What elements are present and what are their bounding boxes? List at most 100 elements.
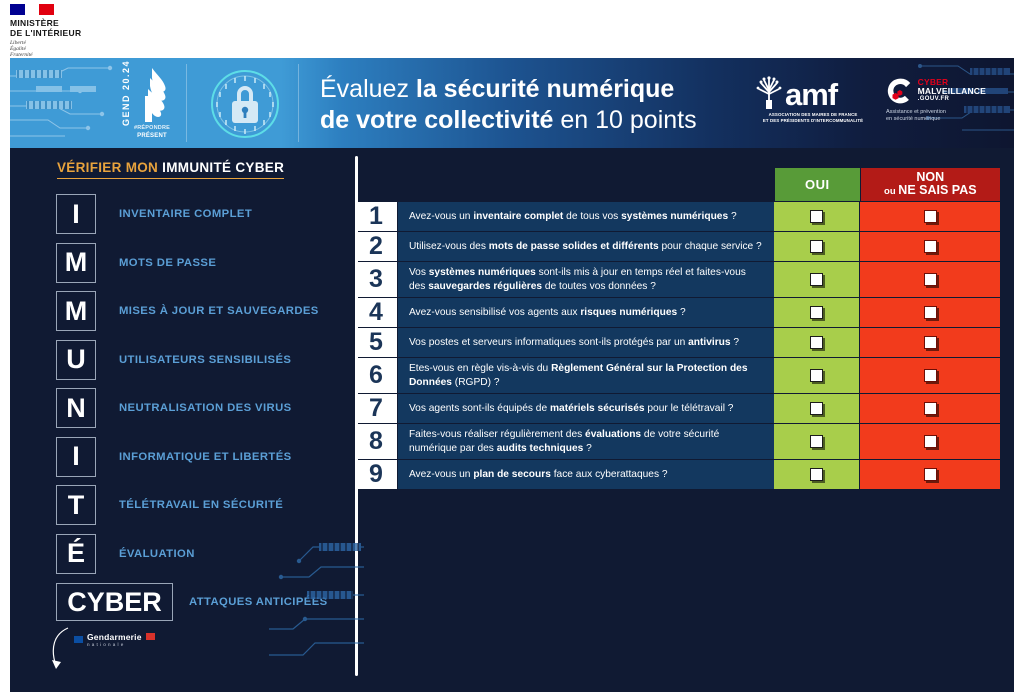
amf-tagline-line2: ET DES PRÉSIDENTS D'INTERCOMMUNALITÉ	[762, 117, 864, 123]
gn-red-square	[145, 633, 155, 640]
cybermalveillance-logo: CYBER MALVEILLANCE .GOUV.FR Assistance e…	[886, 76, 986, 123]
immunite-label: TÉLÉTRAVAIL EN SÉCURITÉ	[119, 499, 284, 512]
ministry-devise: Liberté Égalité Fraternité	[10, 40, 81, 59]
checkbox-oui[interactable]	[810, 402, 824, 415]
gend-slogan: #RÉPONDRE PRÉSENT	[112, 125, 192, 140]
immunite-row: I INVENTAIRE COMPLET	[56, 190, 346, 239]
table-row: 9 Avez-vous un plan de secours face aux c…	[355, 460, 1000, 489]
amf-tree-icon	[756, 76, 782, 109]
ministry-logo: MINISTÈRE DE L'INTÉRIEUR Liberté Égalité…	[10, 4, 81, 59]
immunite-label: UTILISATEURS SENSIBILISÉS	[119, 353, 292, 366]
gend-vertical-text: GEND 20.24	[121, 59, 132, 127]
gn-blue-square	[74, 636, 83, 643]
partner-logos: amf ASSOCIATION DES MAIRES DE FRANCE ET …	[754, 76, 986, 123]
question-number: 7	[355, 394, 397, 423]
sidebar-title: VÉRIFIER MON IMMUNITÉ CYBER	[57, 160, 285, 179]
question-number: 1	[355, 202, 397, 231]
checkbox-non[interactable]	[923, 273, 937, 286]
table-row: 7 Vos agents sont-ils équipés de matériel…	[355, 394, 1000, 423]
amf-tagline: ASSOCIATION DES MAIRES DE FRANCE ET DES …	[754, 112, 872, 123]
immunite-label: ÉVALUATION	[119, 547, 195, 560]
gend-2024-logo: GEND 20.24 #RÉPONDRE PRÉSENT	[102, 60, 197, 142]
immunite-row: U UTILISATEURS SENSIBILISÉS	[56, 336, 346, 385]
question-number: 8	[355, 424, 397, 459]
checkbox-oui[interactable]	[810, 435, 824, 448]
immunite-letter-box: M	[56, 242, 96, 283]
immunite-row: M MOTS DE PASSE	[56, 239, 346, 288]
checkbox-non[interactable]	[923, 435, 937, 448]
checkbox-non[interactable]	[923, 336, 937, 349]
question-number: 9	[355, 460, 397, 489]
column-header-non-line2: NE SAIS PAS	[898, 183, 977, 197]
checkbox-non[interactable]	[923, 210, 937, 223]
cmv-line3: .GOUV.FR	[917, 96, 950, 103]
questions-table: OUI NON ou NE SAIS PAS 1 Avez-vous un inv…	[355, 168, 1000, 489]
table-row: 4 Avez-vous sensibilisé vos agents aux ri…	[355, 298, 1000, 327]
answer-cell-non[interactable]	[860, 262, 1000, 297]
checkbox-oui[interactable]	[810, 210, 824, 223]
checkbox-non[interactable]	[923, 468, 937, 481]
question-number: 2	[355, 232, 397, 261]
checkbox-oui[interactable]	[810, 468, 824, 481]
gn-subname: nationale	[87, 642, 126, 647]
answer-cell-oui[interactable]	[774, 298, 860, 327]
cybermalveillance-c-icon	[887, 78, 911, 104]
question-text: Utilisez-vous des mots de passe solides …	[397, 232, 775, 261]
title-line2-plain: en 10 points	[553, 106, 697, 134]
answer-cell-non[interactable]	[860, 394, 1000, 423]
immunite-row: N NEUTRALISATION DES VIRUS	[56, 384, 346, 433]
immunite-row: T TÉLÉTRAVAIL EN SÉCURITÉ	[56, 481, 346, 530]
column-header-non-line1: NON	[916, 169, 945, 184]
checkbox-oui[interactable]	[810, 240, 824, 253]
immunite-sidebar: VÉRIFIER MON IMMUNITÉ CYBER I INVENTAIRE …	[24, 148, 364, 692]
padlock-icon	[211, 70, 279, 138]
checkbox-non[interactable]	[923, 240, 937, 253]
answer-cell-non[interactable]	[860, 358, 1000, 393]
question-text: Avez-vous sensibilisé vos agents aux ris…	[397, 298, 775, 327]
main-content: VÉRIFIER MON IMMUNITÉ CYBER I INVENTAIRE …	[10, 148, 1014, 692]
answer-cell-oui[interactable]	[774, 358, 860, 393]
answer-cell-oui[interactable]	[774, 328, 860, 357]
immunite-row: I INFORMATIQUE ET LIBERTÉS	[56, 433, 346, 482]
answer-cell-non[interactable]	[860, 202, 1000, 231]
ministry-header-strip: MINISTÈRE DE L'INTÉRIEUR Liberté Égalité…	[0, 0, 1024, 58]
question-text: Vos systèmes numériques sont-ils mis à j…	[397, 262, 775, 297]
amf-logo: amf ASSOCIATION DES MAIRES DE FRANCE ET …	[754, 76, 872, 123]
answer-cell-oui[interactable]	[774, 202, 860, 231]
immunite-label: MOTS DE PASSE	[119, 256, 217, 269]
column-header-non-prefix: ou	[884, 186, 899, 197]
question-number: 3	[355, 262, 397, 297]
poster-page: MINISTÈRE DE L'INTÉRIEUR Liberté Égalité…	[0, 0, 1024, 692]
checkbox-oui[interactable]	[810, 306, 824, 319]
checkbox-oui[interactable]	[810, 369, 824, 382]
answer-cell-oui[interactable]	[774, 424, 860, 459]
answer-cell-oui[interactable]	[774, 394, 860, 423]
checkbox-non[interactable]	[923, 369, 937, 382]
question-text: Avez-vous un plan de secours face aux cy…	[397, 460, 775, 489]
answer-cell-oui[interactable]	[774, 262, 860, 297]
table-header-row: OUI NON ou NE SAIS PAS	[775, 168, 1000, 201]
checkbox-non[interactable]	[923, 306, 937, 319]
answer-cell-non[interactable]	[860, 232, 1000, 261]
immunite-letter-box: U	[56, 339, 96, 380]
ministry-name-line2: DE L'INTÉRIEUR	[10, 28, 82, 38]
answer-cell-oui[interactable]	[774, 460, 860, 489]
immunite-letter-box: É	[56, 533, 96, 574]
checkbox-oui[interactable]	[810, 336, 824, 349]
answer-cell-non[interactable]	[860, 424, 1000, 459]
ministry-name: MINISTÈRE DE L'INTÉRIEUR	[10, 18, 81, 38]
answer-cell-non[interactable]	[860, 460, 1000, 489]
table-row: 8 Faites-vous réaliser régulièrement des …	[355, 424, 1000, 459]
answer-cell-oui[interactable]	[774, 232, 860, 261]
cmv-tagline: Assistance et prévention en sécurité num…	[886, 109, 986, 123]
answer-cell-non[interactable]	[860, 328, 1000, 357]
gendarmerie-nationale-logo: Gendarmerie nationale	[46, 626, 166, 676]
immunite-row: M MISES À JOUR ET SAUVEGARDES	[56, 287, 346, 336]
gend-slogan-line1: #RÉPONDRE	[133, 125, 171, 131]
checkbox-non[interactable]	[923, 402, 937, 415]
answer-cell-non[interactable]	[860, 298, 1000, 327]
gend-slogan-line2: PRÉSENT	[137, 132, 167, 139]
immunite-letter-box: T	[56, 485, 96, 526]
table-row: 2 Utilisez-vous des mots de passe solides…	[355, 232, 1000, 261]
checkbox-oui[interactable]	[810, 273, 824, 286]
